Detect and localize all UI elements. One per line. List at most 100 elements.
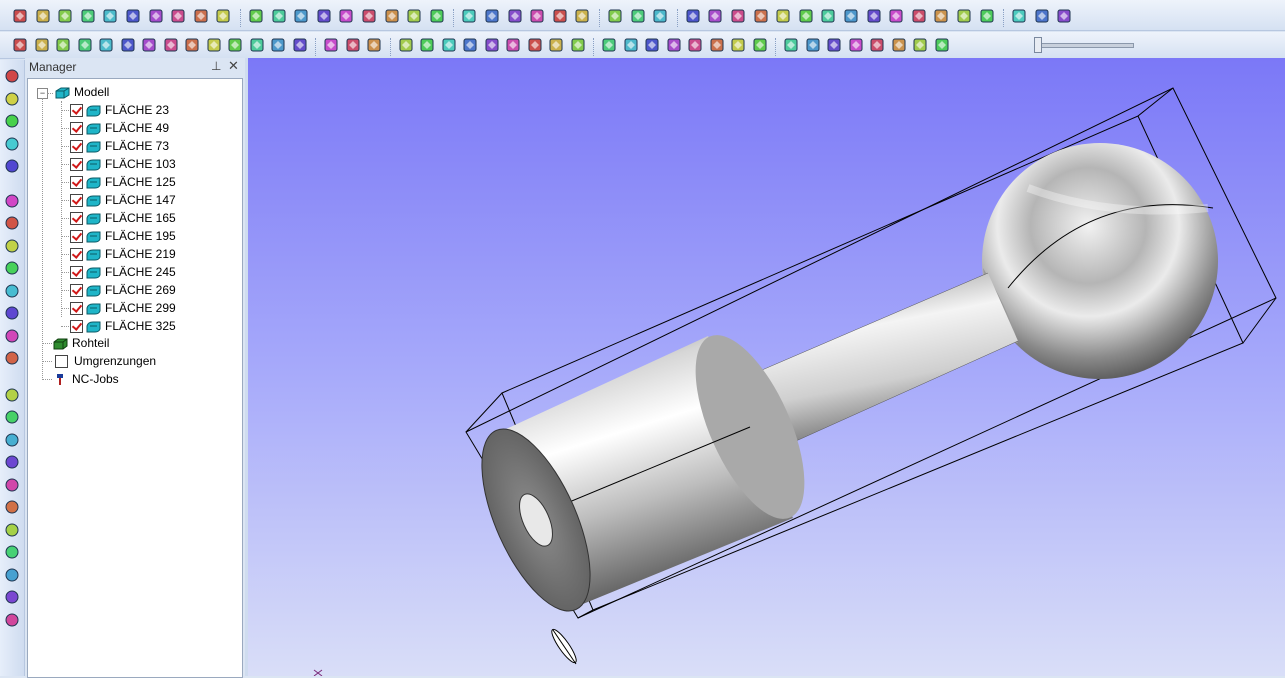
angle-tool-icon[interactable]	[4, 91, 20, 107]
face-visibility-checkbox[interactable]	[70, 320, 83, 334]
scale-icon[interactable]	[141, 37, 157, 53]
curve-2d-icon[interactable]	[552, 8, 568, 24]
machine2-tool-icon[interactable]	[4, 589, 20, 605]
solid-cut5-icon[interactable]	[484, 37, 500, 53]
concentric-icon[interactable]	[911, 8, 927, 24]
tree-item-face[interactable]: FLÄCHE 147	[70, 191, 176, 209]
face-visibility-checkbox[interactable]	[70, 284, 83, 298]
skip-start-icon[interactable]	[912, 37, 928, 53]
delete-x-icon[interactable]	[249, 37, 265, 53]
view-back-icon[interactable]	[271, 8, 287, 24]
tree-item-face[interactable]: FLÄCHE 73	[70, 137, 169, 155]
move-icon[interactable]	[601, 37, 617, 53]
zoom-extents-icon[interactable]	[709, 37, 725, 53]
view-left-icon[interactable]	[293, 8, 309, 24]
nc-tool-icon[interactable]	[4, 328, 20, 344]
lines-stack-icon[interactable]	[888, 8, 904, 24]
triangle-tool-icon[interactable]	[4, 409, 20, 425]
circle-rings-icon[interactable]	[843, 8, 859, 24]
view-top-icon[interactable]	[338, 8, 354, 24]
layer-2d-icon[interactable]	[461, 8, 477, 24]
tree-item-face[interactable]: FLÄCHE 23	[70, 101, 169, 119]
stack-icon[interactable]	[866, 8, 882, 24]
zoom-all-icon[interactable]	[687, 37, 703, 53]
path-tool-icon[interactable]	[4, 544, 20, 560]
simulation-speed-slider-thumb[interactable]	[1034, 37, 1042, 53]
revolve-tool-icon[interactable]	[4, 260, 20, 276]
solid-cut6-icon[interactable]	[505, 37, 521, 53]
play-fast-icon[interactable]	[826, 37, 842, 53]
simulation-speed-slider-track[interactable]	[1040, 43, 1134, 48]
circle-target-icon[interactable]	[820, 8, 836, 24]
undo-icon[interactable]	[193, 8, 209, 24]
toolbar-grip[interactable]	[676, 9, 681, 27]
face-visibility-checkbox[interactable]	[70, 302, 83, 316]
tree-root-modell[interactable]: Modell	[55, 83, 109, 101]
face-visibility-checkbox[interactable]	[70, 266, 83, 280]
tree-item-face[interactable]: FLÄCHE 325	[70, 317, 176, 335]
square-outline-icon[interactable]	[1011, 8, 1027, 24]
hatch-icon[interactable]	[652, 8, 668, 24]
measure-tool-icon[interactable]	[4, 193, 20, 209]
box-tool-icon[interactable]	[4, 158, 20, 174]
tree-item-ncjobs[interactable]: NC-Jobs	[53, 370, 119, 388]
mirror-v-icon[interactable]	[120, 37, 136, 53]
bottle-tool-icon[interactable]	[4, 499, 20, 515]
face-visibility-checkbox[interactable]	[70, 194, 83, 208]
mirror-h-icon[interactable]	[98, 37, 114, 53]
view-iso2-icon[interactable]	[406, 8, 422, 24]
snap-points-icon[interactable]	[12, 37, 28, 53]
3d-viewport[interactable]	[248, 58, 1285, 676]
step-back-icon[interactable]	[891, 37, 907, 53]
hand-select-icon[interactable]	[345, 37, 361, 53]
cube-color-icon[interactable]	[1056, 8, 1072, 24]
bottle2-tool-icon[interactable]	[4, 522, 20, 538]
face-visibility-checkbox[interactable]	[70, 158, 83, 172]
brush-tool-icon[interactable]	[979, 8, 995, 24]
break-icon[interactable]	[227, 37, 243, 53]
circle-tool-icon[interactable]	[4, 387, 20, 403]
snap-grid-icon[interactable]	[34, 37, 50, 53]
view-right-icon[interactable]	[316, 8, 332, 24]
view-front-icon[interactable]	[248, 8, 264, 24]
tree-item-face[interactable]: FLÄCHE 125	[70, 173, 176, 191]
blob-tool-icon[interactable]	[4, 454, 20, 470]
pin-icon[interactable]: ⊥	[211, 59, 221, 73]
redo-icon[interactable]	[215, 8, 231, 24]
erase-icon[interactable]	[292, 37, 308, 53]
solid-cut8-icon[interactable]	[548, 37, 564, 53]
face-visibility-checkbox[interactable]	[70, 212, 83, 226]
face-visibility-checkbox[interactable]	[70, 248, 83, 262]
solid-cut2-icon[interactable]	[419, 37, 435, 53]
pick-icon[interactable]	[366, 37, 382, 53]
square-tool-icon[interactable]	[4, 432, 20, 448]
zoom-icon[interactable]	[644, 37, 660, 53]
copy-icon[interactable]	[102, 8, 118, 24]
toolbar-grip[interactable]	[240, 9, 244, 27]
tree-item-face[interactable]: FLÄCHE 195	[70, 227, 176, 245]
tree-item-face[interactable]: FLÄCHE 219	[70, 245, 176, 263]
face-visibility-checkbox[interactable]	[70, 122, 83, 136]
solid-tool-icon[interactable]	[4, 350, 20, 366]
skip-end-icon[interactable]	[869, 37, 885, 53]
layers-icon[interactable]	[685, 8, 701, 24]
close-icon[interactable]: ✕	[228, 58, 239, 74]
pen-icon[interactable]	[630, 8, 646, 24]
play-faster-icon[interactable]	[848, 37, 864, 53]
face-visibility-checkbox[interactable]	[70, 230, 83, 244]
sweep-tool-icon[interactable]	[4, 283, 20, 299]
cut-scissors-icon[interactable]	[206, 37, 222, 53]
fillet-icon[interactable]	[184, 37, 200, 53]
solid-cut3-icon[interactable]	[441, 37, 457, 53]
tree-item-rohteil[interactable]: Rohteil	[53, 334, 109, 352]
toolbar-grip[interactable]	[315, 38, 319, 56]
box-3d-icon[interactable]	[1034, 8, 1050, 24]
face-visibility-checkbox[interactable]	[70, 140, 83, 154]
surface-tool-icon[interactable]	[4, 215, 20, 231]
line-tool-icon[interactable]	[4, 68, 20, 84]
zoom-window-icon[interactable]	[666, 37, 682, 53]
layer-3d-icon[interactable]	[484, 8, 500, 24]
solid-cut7-icon[interactable]	[527, 37, 543, 53]
zoom-out-icon[interactable]	[752, 37, 768, 53]
view-iso3-icon[interactable]	[429, 8, 445, 24]
